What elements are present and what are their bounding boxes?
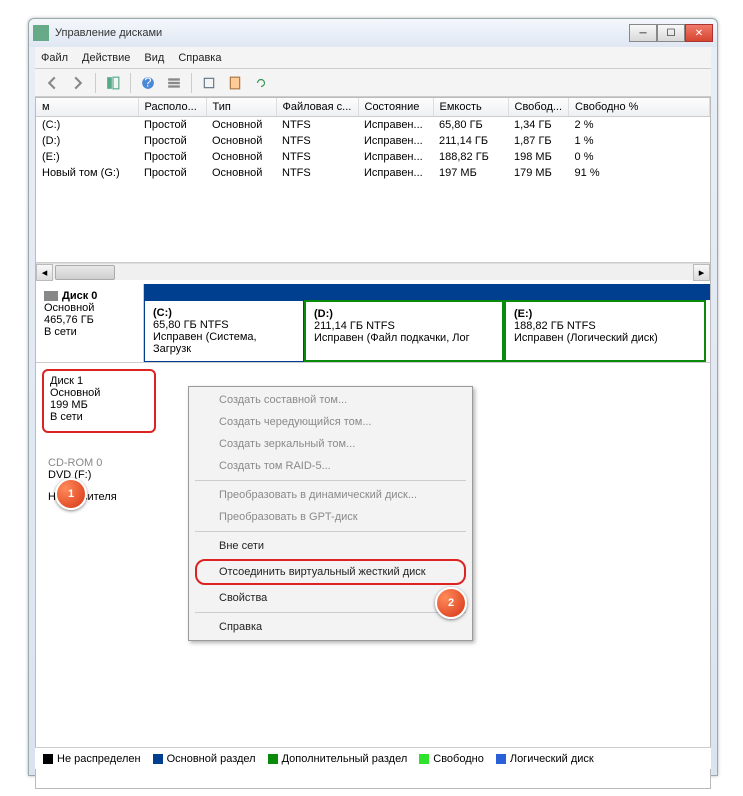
titlebar[interactable]: Управление дисками ─ ☐ ✕ [29, 19, 717, 47]
scroll-right-icon[interactable]: ▸ [693, 264, 710, 281]
window-title: Управление дисками [55, 27, 629, 39]
forward-button[interactable] [67, 72, 89, 94]
ctx-create-mirror: Создать зеркальный том... [191, 433, 470, 455]
menu-file[interactable]: Файл [41, 52, 68, 64]
list-button[interactable] [163, 72, 185, 94]
col-name[interactable]: м [36, 98, 138, 117]
window-frame: Управление дисками ─ ☐ ✕ Файл Действие В… [28, 18, 718, 776]
help-button[interactable]: ? [137, 72, 159, 94]
disk-1-info[interactable]: Диск 1 Основной 199 МБ В сети [42, 369, 156, 433]
toolbar: ? [35, 69, 711, 97]
scroll-thumb[interactable] [55, 265, 115, 280]
ctx-create-striped: Создать чередующийся том... [191, 411, 470, 433]
ctx-offline[interactable]: Вне сети [191, 535, 470, 557]
ctx-convert-dynamic: Преобразовать в динамический диск... [191, 484, 470, 506]
table-row[interactable]: (D:)ПростойОсновнойNTFSИсправен...211,14… [36, 133, 710, 149]
app-icon [33, 25, 49, 41]
disk-0-info[interactable]: Диск 0 Основной 465,76 ГБ В сети [36, 284, 144, 362]
disk-0-header-bar [144, 284, 710, 300]
legend-swatch-free [419, 754, 429, 764]
legend-swatch-extended [268, 754, 278, 764]
legend-swatch-unalloc [43, 754, 53, 764]
content-area: м Располо... Тип Файловая с... Состояние… [35, 97, 711, 789]
col-layout[interactable]: Располо... [138, 98, 206, 117]
col-capacity[interactable]: Емкость [433, 98, 508, 117]
properties-icon[interactable] [224, 72, 246, 94]
col-free[interactable]: Свобод... [508, 98, 569, 117]
table-row[interactable]: (E:)ПростойОсновнойNTFSИсправен...188,82… [36, 149, 710, 165]
legend-swatch-logical [496, 754, 506, 764]
action-icon-1[interactable] [198, 72, 220, 94]
minimize-button[interactable]: ─ [629, 24, 657, 42]
refresh-icon[interactable] [250, 72, 272, 94]
col-type[interactable]: Тип [206, 98, 276, 117]
ctx-properties[interactable]: Свойства [191, 587, 470, 609]
menu-view[interactable]: Вид [144, 52, 164, 64]
legend: Не распределен Основной раздел Дополните… [35, 747, 711, 769]
volume-table: м Располо... Тип Файловая с... Состояние… [36, 98, 710, 263]
disk-0-row: Диск 0 Основной 465,76 ГБ В сети (C:) 65… [36, 284, 710, 363]
horizontal-scrollbar[interactable]: ◂ ▸ [36, 263, 710, 280]
ctx-detach-vhd-highlight: Отсоединить виртуальный жесткий диск [195, 559, 466, 585]
table-row[interactable]: (C:)ПростойОсновнойNTFSИсправен...65,80 … [36, 117, 710, 134]
ctx-create-spanned: Создать составной том... [191, 389, 470, 411]
partition-c[interactable]: (C:) 65,80 ГБ NTFS Исправен (Система, За… [144, 300, 304, 362]
maximize-button[interactable]: ☐ [657, 24, 685, 42]
context-menu: Создать составной том... Создать чередую… [188, 386, 473, 641]
legend-swatch-primary [153, 754, 163, 764]
ctx-help[interactable]: Справка [191, 616, 470, 638]
ctx-create-raid5: Создать том RAID-5... [191, 455, 470, 477]
table-header-row: м Располо... Тип Файловая с... Состояние… [36, 98, 710, 117]
ctx-detach-vhd[interactable]: Отсоединить виртуальный жесткий диск [197, 561, 464, 583]
callout-2: 2 [435, 587, 467, 619]
menu-action[interactable]: Действие [82, 52, 130, 64]
show-hide-button[interactable] [102, 72, 124, 94]
scroll-left-icon[interactable]: ◂ [36, 264, 53, 281]
close-button[interactable]: ✕ [685, 24, 713, 42]
menu-help[interactable]: Справка [178, 52, 221, 64]
callout-1: 1 [55, 478, 87, 510]
ctx-convert-gpt: Преобразовать в GPT-диск [191, 506, 470, 528]
table-row[interactable]: Новый том (G:)ПростойОсновнойNTFSИсправе… [36, 165, 710, 181]
disk-map-area: Диск 0 Основной 465,76 ГБ В сети (C:) 65… [36, 280, 710, 788]
back-button[interactable] [41, 72, 63, 94]
col-status[interactable]: Состояние [358, 98, 433, 117]
svg-text:?: ? [144, 76, 151, 90]
disk-icon [44, 291, 58, 301]
col-freepct[interactable]: Свободно % [569, 98, 710, 117]
col-fs[interactable]: Файловая с... [276, 98, 358, 117]
partition-e[interactable]: (E:) 188,82 ГБ NTFS Исправен (Логический… [504, 300, 706, 362]
menu-bar: Файл Действие Вид Справка [35, 47, 711, 69]
partition-d[interactable]: (D:) 211,14 ГБ NTFS Исправен (Файл подка… [304, 300, 504, 362]
